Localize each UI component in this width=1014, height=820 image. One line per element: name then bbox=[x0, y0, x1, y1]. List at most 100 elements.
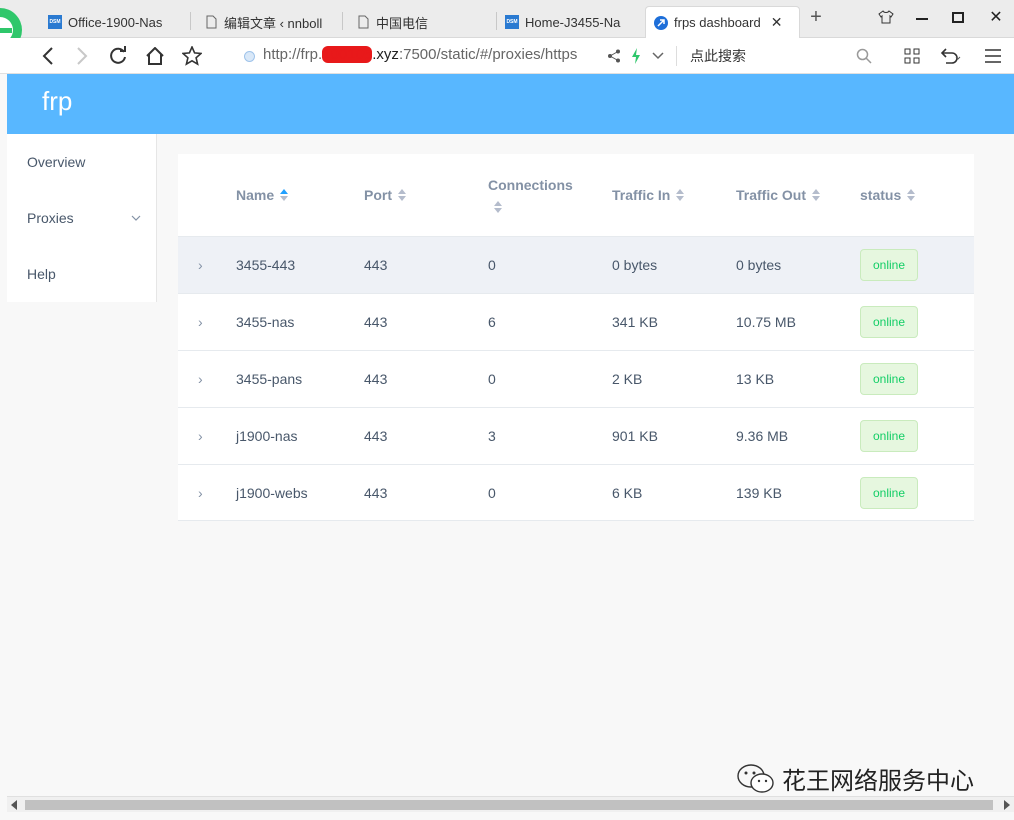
column-header-traffic-in[interactable]: Traffic In bbox=[612, 154, 684, 236]
status-badge: online bbox=[860, 363, 918, 395]
proxy-name: 3455-nas bbox=[236, 294, 294, 350]
tab-divider bbox=[342, 12, 343, 30]
tab-home-j3455-nas[interactable]: DSM Home-J3455-Na bbox=[497, 6, 643, 38]
proxy-port: 443 bbox=[364, 351, 387, 407]
expand-row-icon[interactable]: › bbox=[198, 465, 203, 521]
expand-row-icon[interactable]: › bbox=[198, 294, 203, 350]
table-row[interactable]: › j1900-webs 443 0 6 KB 139 KB online bbox=[178, 464, 974, 521]
watermark: 花王网络服务中心 bbox=[736, 761, 974, 796]
brand-title[interactable]: frp bbox=[42, 86, 72, 117]
tab-label: frps dashboard bbox=[674, 15, 761, 30]
sort-icon[interactable] bbox=[812, 189, 820, 201]
browser-tab-strip: DSM Office-1900-Nas 编辑文章 ‹ nnboll 中国电信 D… bbox=[0, 0, 1014, 38]
proxy-name: j1900-webs bbox=[236, 465, 308, 521]
tab-label: Home-J3455-Na bbox=[525, 15, 620, 30]
app-header: frp bbox=[7, 74, 1014, 134]
table-row[interactable]: › 3455-pans 443 0 2 KB 13 KB online bbox=[178, 350, 974, 407]
dsm-icon: DSM bbox=[48, 15, 62, 29]
proxy-traffic-out: 9.36 MB bbox=[736, 408, 788, 464]
scroll-left-icon[interactable] bbox=[11, 800, 17, 810]
proxy-connections: 0 bbox=[488, 351, 496, 407]
tab-label: 中国电信 bbox=[376, 13, 428, 32]
proxy-traffic-in: 6 KB bbox=[612, 465, 642, 521]
dsm-icon: DSM bbox=[505, 15, 519, 29]
home-icon[interactable] bbox=[141, 42, 169, 70]
status-badge: online bbox=[860, 306, 918, 338]
horizontal-scrollbar[interactable] bbox=[7, 796, 1014, 812]
search-icon[interactable] bbox=[850, 42, 878, 70]
table-row[interactable]: › 3455-443 443 0 0 bytes 0 bytes online bbox=[178, 236, 974, 293]
sort-icon[interactable] bbox=[494, 201, 502, 213]
status-badge: online bbox=[860, 249, 918, 281]
proxy-name: 3455-pans bbox=[236, 351, 302, 407]
shirt-skin-icon[interactable] bbox=[872, 6, 900, 28]
minimize-icon[interactable] bbox=[908, 6, 936, 28]
column-header-name[interactable]: Name bbox=[236, 154, 288, 236]
table-row[interactable]: › 3455-nas 443 6 341 KB 10.75 MB online bbox=[178, 293, 974, 350]
sidebar-item-proxies[interactable]: Proxies bbox=[27, 210, 139, 226]
bookmark-star-icon[interactable] bbox=[178, 42, 206, 70]
close-tab-icon[interactable]: ✕ bbox=[771, 14, 783, 31]
proxy-name: 3455-443 bbox=[236, 237, 295, 293]
column-header-traffic-out[interactable]: Traffic Out bbox=[736, 154, 820, 236]
proxy-traffic-in: 2 KB bbox=[612, 351, 642, 407]
proxy-name: j1900-nas bbox=[236, 408, 298, 464]
column-header-port[interactable]: Port bbox=[364, 154, 406, 236]
status-badge: online bbox=[860, 477, 918, 509]
proxy-traffic-in: 341 KB bbox=[612, 294, 658, 350]
table-row[interactable]: › j1900-nas 443 3 901 KB 9.36 MB online bbox=[178, 407, 974, 464]
maximize-icon[interactable] bbox=[944, 6, 972, 28]
column-header-connections[interactable]: Connections bbox=[488, 154, 573, 236]
expand-row-icon[interactable]: › bbox=[198, 351, 203, 407]
sidebar-item-overview[interactable]: Overview bbox=[27, 154, 85, 170]
tab-china-telecom[interactable]: 中国电信 bbox=[348, 6, 496, 38]
browser-navbar: http://frp.100105.xyz:7500/static/#/prox… bbox=[0, 38, 1014, 74]
sort-icon[interactable] bbox=[280, 189, 288, 201]
expand-row-icon[interactable]: › bbox=[198, 237, 203, 293]
sort-icon[interactable] bbox=[676, 189, 684, 201]
back-icon[interactable] bbox=[34, 42, 62, 70]
proxy-port: 443 bbox=[364, 408, 387, 464]
new-tab-icon[interactable]: + bbox=[802, 6, 830, 28]
url-redacted-segment: 100105 bbox=[322, 46, 372, 63]
sort-icon[interactable] bbox=[398, 189, 406, 201]
reload-icon[interactable] bbox=[104, 42, 132, 70]
proxy-traffic-out: 139 KB bbox=[736, 465, 782, 521]
tab-frps-dashboard[interactable]: frps dashboard ✕ bbox=[645, 6, 800, 38]
sidebar-item-help[interactable]: Help bbox=[27, 266, 56, 282]
sidebar-menu: Overview Proxies Help bbox=[7, 134, 157, 302]
url-field[interactable]: http://frp.100105.xyz:7500/static/#/prox… bbox=[263, 46, 577, 63]
sort-icon[interactable] bbox=[907, 189, 915, 201]
url-dropdown-icon[interactable] bbox=[644, 42, 672, 70]
proxy-traffic-out: 0 bytes bbox=[736, 237, 781, 293]
proxy-traffic-out: 10.75 MB bbox=[736, 294, 796, 350]
close-window-icon[interactable]: ✕ bbox=[982, 6, 1010, 28]
apps-grid-icon[interactable] bbox=[898, 42, 926, 70]
proxy-traffic-in: 0 bytes bbox=[612, 237, 657, 293]
sidebar-item-label: Proxies bbox=[27, 210, 74, 226]
tab-label: Office-1900-Nas bbox=[68, 15, 162, 30]
search-input[interactable]: 点此搜索 bbox=[690, 46, 746, 66]
scrollbar-thumb[interactable] bbox=[25, 800, 993, 810]
proxy-port: 443 bbox=[364, 294, 387, 350]
menu-hamburger-icon[interactable] bbox=[979, 42, 1007, 70]
undo-close-tab-icon[interactable] bbox=[936, 42, 964, 70]
scroll-right-icon[interactable] bbox=[1004, 800, 1010, 810]
proxy-connections: 0 bbox=[488, 465, 496, 521]
expand-row-icon[interactable]: › bbox=[198, 408, 203, 464]
tab-edit-article[interactable]: 编辑文章 ‹ nnboll bbox=[196, 6, 342, 38]
proxy-traffic-in: 901 KB bbox=[612, 408, 658, 464]
tab-office-1900-nas[interactable]: DSM Office-1900-Nas bbox=[40, 6, 190, 38]
chevron-down-icon bbox=[131, 215, 141, 221]
site-info-icon[interactable] bbox=[244, 51, 255, 62]
proxy-connections: 6 bbox=[488, 294, 496, 350]
column-header-status[interactable]: status bbox=[860, 154, 915, 236]
page-icon bbox=[356, 15, 370, 29]
page-icon bbox=[204, 15, 218, 29]
forward-icon[interactable] bbox=[68, 42, 96, 70]
proxy-port: 443 bbox=[364, 237, 387, 293]
proxies-table: Name Port Connections Traffic In Traffic… bbox=[178, 154, 974, 521]
status-badge: online bbox=[860, 420, 918, 452]
navbar-divider bbox=[676, 46, 677, 66]
wechat-icon bbox=[736, 762, 776, 796]
